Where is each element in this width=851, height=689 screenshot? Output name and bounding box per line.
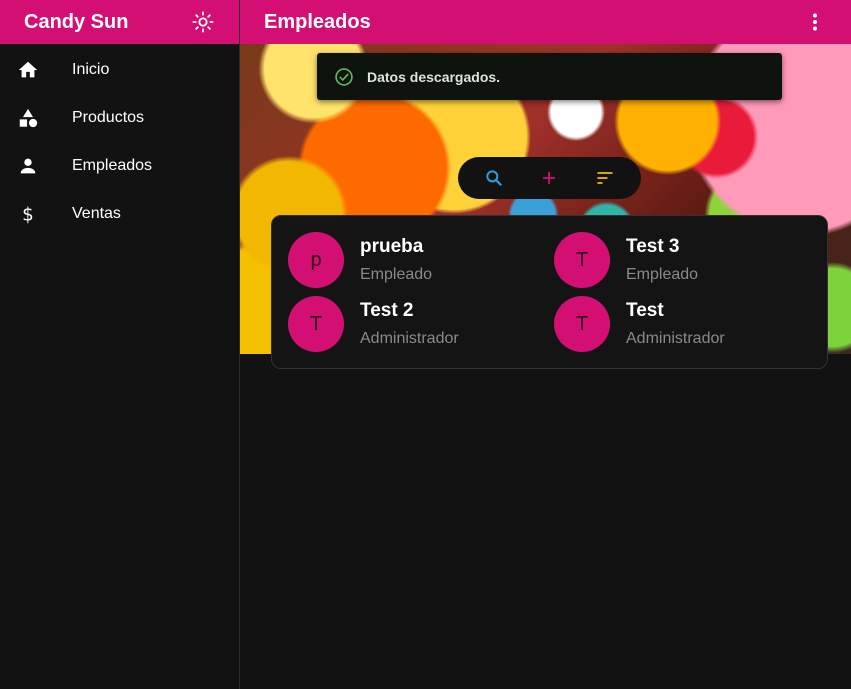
sidebar-item-productos[interactable]: Productos <box>0 94 239 142</box>
search-icon <box>486 170 502 186</box>
top-app-bar: Empleados <box>240 0 851 44</box>
employee-role: Empleado <box>360 266 433 283</box>
home-icon <box>16 58 40 82</box>
sidebar-item-empleados[interactable]: Empleados <box>0 142 239 190</box>
employee-name: prueba <box>360 236 424 257</box>
employee-item[interactable]: T Test 3 Empleado <box>554 232 698 288</box>
sidebar-item-inicio[interactable]: Inicio <box>0 46 239 94</box>
sort-button[interactable] <box>587 160 623 196</box>
search-button[interactable] <box>476 160 512 196</box>
app-root: Candy Sun Inicio Productos Empleados $ V… <box>0 0 851 689</box>
employee-name: Test 3 <box>626 236 680 257</box>
avatar: p <box>288 232 344 288</box>
employees-card: p prueba Empleado T Test 3 Empleado T Te… <box>271 215 828 369</box>
sidebar-item-label: Inicio <box>72 61 110 78</box>
avatar: T <box>288 296 344 352</box>
employee-name: Test <box>626 300 664 321</box>
employee-name: Test 2 <box>360 300 414 321</box>
add-employee-button[interactable] <box>531 160 567 196</box>
success-toast: Datos descargados. <box>317 53 782 100</box>
avatar: T <box>554 232 610 288</box>
avatar: T <box>554 296 610 352</box>
employee-role: Empleado <box>626 266 699 283</box>
page-title: Empleados <box>264 10 371 33</box>
sidebar-header: Candy Sun <box>0 0 239 44</box>
dollar-icon: $ <box>16 202 40 226</box>
sidebar: Candy Sun Inicio Productos Empleados $ V… <box>0 0 240 689</box>
sidebar-nav: Inicio Productos Empleados $ Ventas <box>0 46 239 238</box>
check-circle-icon <box>333 66 355 88</box>
brand-title: Candy Sun <box>24 10 129 33</box>
employee-role: Administrador <box>626 330 725 347</box>
theme-toggle-button[interactable] <box>191 10 215 34</box>
person-icon <box>16 154 40 178</box>
sidebar-item-ventas[interactable]: $ Ventas <box>0 190 239 238</box>
sidebar-item-label: Empleados <box>72 157 153 174</box>
employee-role: Administrador <box>360 330 459 347</box>
toast-message: Datos descargados. <box>367 68 501 85</box>
employee-item[interactable]: T Test 2 Administrador <box>288 296 459 352</box>
sidebar-item-label: Productos <box>72 109 145 126</box>
employee-item[interactable]: T Test Administrador <box>554 296 725 352</box>
sun-icon <box>192 11 214 33</box>
employee-item[interactable]: p prueba Empleado <box>288 232 432 288</box>
more-options-button[interactable] <box>803 10 827 34</box>
more-vert-icon <box>813 13 817 31</box>
plus-icon <box>543 172 556 184</box>
shapes-icon <box>16 106 40 130</box>
svg-text:$: $ <box>22 204 34 225</box>
sidebar-item-label: Ventas <box>72 205 121 222</box>
sort-icon <box>597 172 613 184</box>
action-toolbar <box>458 157 641 199</box>
